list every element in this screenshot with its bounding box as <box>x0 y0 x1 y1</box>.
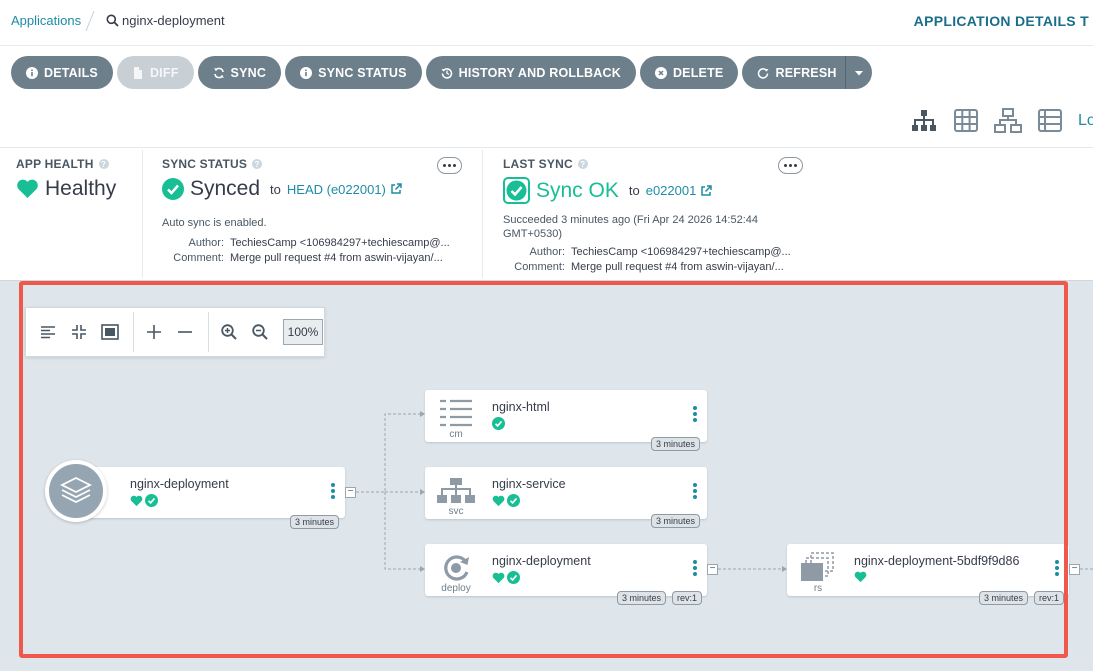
panel-divider <box>142 150 143 278</box>
collapse-toggle[interactable]: − <box>1069 564 1080 575</box>
times-circle-icon <box>654 66 667 79</box>
application-details-title: APPLICATION DETAILS T <box>913 13 1089 29</box>
app-health-value: Healthy <box>45 177 117 200</box>
view-log-link[interactable]: Lo <box>1078 112 1093 130</box>
delete-button-label: DELETE <box>672 65 724 80</box>
top-bar: Applications nginx-deployment APPLICATIO… <box>0 0 1093 46</box>
last-sync-panel: LAST SYNC ? Sync OK to e022001 Succeeded… <box>503 148 813 278</box>
last-sync-succeeded-line1: Succeeded 3 minutes ago (Fri Apr 24 2026… <box>503 214 759 226</box>
details-button[interactable]: DETAILS <box>11 56 113 89</box>
sync-comment-label: Comment: <box>173 252 224 264</box>
sync-status-to: to <box>270 181 281 197</box>
breadcrumb-separator <box>85 10 95 32</box>
sync-status-value: Synced <box>190 177 261 200</box>
app-health-title: APP HEALTH ? <box>16 157 141 171</box>
panel-divider <box>482 150 483 278</box>
last-sync-value-row: Sync OK to e022001 <box>503 177 813 204</box>
help-icon[interactable]: ? <box>252 159 263 169</box>
breadcrumb-current-label: nginx-deployment <box>122 13 225 28</box>
last-sync-author-value: TechiesCamp <106984297+techiescamp@... <box>571 246 791 258</box>
grid-view-icon[interactable] <box>952 108 980 134</box>
last-sync-revision-link[interactable]: e022001 <box>646 183 713 198</box>
sync-author-value: TechiesCamp <106984297+techiescamp@... <box>230 237 450 249</box>
file-icon <box>133 66 142 79</box>
diff-button[interactable]: DIFF <box>116 56 194 89</box>
sync-status-title-label: SYNC STATUS <box>162 157 248 171</box>
caret-down-icon <box>854 70 863 75</box>
highlight-frame <box>19 281 1068 658</box>
diff-button-label: DIFF <box>149 65 179 80</box>
help-icon[interactable]: ? <box>98 159 109 169</box>
list-view-icon[interactable] <box>1036 108 1064 134</box>
sync-author-row: Author: TechiesCamp <106984297+techiesca… <box>162 237 472 249</box>
check-circle-icon <box>162 178 184 200</box>
sync-revision-link[interactable]: HEAD (e022001) <box>287 182 402 197</box>
app-health-status: Healthy <box>16 177 141 201</box>
external-link-icon <box>391 183 402 194</box>
search-icon <box>106 14 119 27</box>
sync-status-value-row: Synced to HEAD (e022001) <box>162 177 472 201</box>
refresh-button-label: REFRESH <box>775 65 837 80</box>
refresh-dropdown-button[interactable] <box>844 56 872 89</box>
info-icon <box>300 66 313 79</box>
auto-sync-note: Auto sync is enabled. <box>162 217 267 229</box>
sync-author-label: Author: <box>188 237 224 249</box>
last-sync-comment-row: Comment: Merge pull request #4 from aswi… <box>503 261 813 273</box>
external-link-icon <box>701 184 713 196</box>
last-sync-author-row: Author: TechiesCamp <106984297+techiesca… <box>503 246 813 258</box>
app-health-title-label: APP HEALTH <box>16 157 94 171</box>
sync-button[interactable]: SYNC <box>197 56 282 89</box>
sync-status-button-label: SYNC STATUS <box>318 65 407 80</box>
breadcrumb-applications-link[interactable]: Applications <box>11 13 81 28</box>
last-sync-author-label: Author: <box>529 246 565 258</box>
action-toolbar: DETAILS DIFF SYNC SYNC STATUS HISTORY AN… <box>11 56 872 89</box>
last-sync-value: Sync OK <box>536 178 619 202</box>
last-sync-to: to <box>628 183 640 198</box>
last-sync-more-button[interactable] <box>778 157 803 174</box>
network-view-icon[interactable] <box>994 108 1022 134</box>
view-switcher: Lo <box>910 108 1093 134</box>
details-button-label: DETAILS <box>44 65 98 80</box>
refresh-button[interactable]: REFRESH <box>742 56 845 89</box>
last-sync-title-label: LAST SYNC <box>503 157 573 171</box>
sync-status-button[interactable]: SYNC STATUS <box>285 56 422 89</box>
sync-button-label: SYNC <box>230 65 267 80</box>
tree-view-icon[interactable] <box>910 108 938 134</box>
sync-comment-row: Comment: Merge pull request #4 from aswi… <box>162 252 472 264</box>
delete-button[interactable]: DELETE <box>639 56 739 89</box>
last-sync-comment-label: Comment: <box>514 261 565 273</box>
sync-revision-label: HEAD (e022001) <box>286 181 386 197</box>
heart-icon <box>17 179 38 199</box>
last-sync-revision-label: e022001 <box>645 183 697 198</box>
last-sync-title: LAST SYNC ? <box>503 157 813 171</box>
sync-comment-value: Merge pull request #4 from aswin-vijayan… <box>230 252 443 264</box>
info-icon <box>26 66 38 79</box>
breadcrumb-current[interactable]: nginx-deployment <box>106 13 225 28</box>
history-and-rollback-button[interactable]: HISTORY AND ROLLBACK <box>425 56 636 89</box>
sync-status-panel: SYNC STATUS ? Synced to HEAD (e022001) A… <box>162 148 472 278</box>
sync-status-more-button[interactable] <box>437 157 462 174</box>
check-square-icon <box>503 177 530 204</box>
history-icon <box>441 67 452 79</box>
sync-status-title: SYNC STATUS ? <box>162 157 472 171</box>
app-health-panel: APP HEALTH ? Healthy <box>16 148 141 278</box>
redo-icon <box>758 67 769 79</box>
sync-icon <box>213 67 224 78</box>
last-sync-comment-value: Merge pull request #4 from aswin-vijayan… <box>571 261 784 273</box>
last-sync-succeeded-line2: GMT+0530) <box>503 228 562 240</box>
history-and-rollback-button-label: HISTORY AND ROLLBACK <box>458 65 621 80</box>
help-icon[interactable]: ? <box>577 159 588 169</box>
